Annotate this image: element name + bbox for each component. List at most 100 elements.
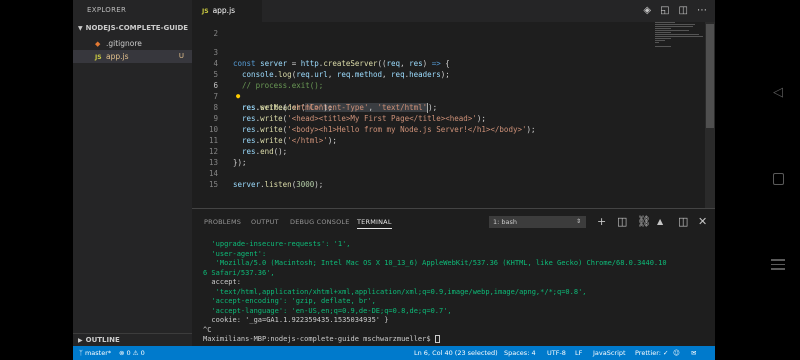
code-line: 14 server.listen(3000); [192, 157, 323, 189]
code-text: server.listen(3000); [233, 180, 324, 189]
terminal-line: 'user-agent': [203, 249, 267, 258]
trash-icon[interactable]: ⛓ [637, 215, 651, 228]
encoding[interactable]: UTF-8 [547, 346, 566, 360]
split-terminal-icon[interactable]: ◫ [617, 215, 627, 228]
tab-output[interactable]: OUTPUT [251, 218, 279, 226]
chevron-updown-icon: ⇕ [575, 218, 581, 225]
terminal-line: 'accept-encoding': 'gzip, deflate, br', [203, 297, 376, 305]
navigation-bar [715, 0, 800, 360]
code-line: 3 const server = http.createServer((req,… [192, 36, 449, 68]
git-compare-icon[interactable]: ◈ [643, 5, 651, 16]
code-text: res.write('<body><h1>Hello from my Node.… [242, 125, 536, 134]
error-icon: ⊗ [119, 349, 127, 357]
editor-tab-bar: JS app.js ◈ ◱ ◫ ⋯ [192, 0, 715, 22]
code-line: 9 res.write('<body><h1>Hello from my Nod… [192, 102, 535, 134]
code-text: console.log(req.url, req.method, req.hea… [242, 70, 450, 79]
file-item-app-js[interactable]: JS app.js U [73, 50, 192, 63]
code-text: res.write('<html>'); [242, 103, 333, 112]
file-item-gitignore[interactable]: ◆ .gitignore [73, 37, 192, 50]
code-line-current: 6 ● res.setHeader('Content-Type', 'text/… [192, 69, 437, 113]
tab-terminal[interactable]: TERMINAL [357, 218, 392, 229]
code-text: const server = http.createServer((req, r… [233, 59, 450, 68]
tab-debug-console[interactable]: DEBUG CONSOLE [290, 218, 350, 226]
more-actions-icon[interactable]: ⋯ [697, 5, 707, 16]
file-name: .gitignore [106, 39, 142, 48]
left-black-margin [0, 0, 73, 360]
code-line: 12 }); [192, 135, 247, 167]
close-panel-icon[interactable]: ✕ [698, 215, 707, 228]
feedback-icon[interactable]: ☺ [673, 346, 680, 360]
terminal-line: cookie: '_ga=GA1.1.922359435.1535034935'… [203, 316, 389, 324]
open-preview-icon[interactable]: ◱ [660, 5, 669, 16]
editor-scrollbar[interactable] [705, 22, 715, 208]
cursor-position[interactable]: Ln 6, Col 40 (23 selected) [414, 346, 498, 360]
line-ending[interactable]: LF [575, 346, 582, 360]
outline-section-header[interactable]: ▶ OUTLINE [73, 333, 192, 346]
warning-count: 0 [140, 349, 145, 357]
code-text: res.write('</html>'); [242, 136, 337, 145]
chevron-right-icon: ▶ [78, 337, 83, 344]
code-text: res.end(); [242, 147, 288, 156]
js-file-icon: JS [95, 54, 102, 61]
code-line: 13 [192, 146, 219, 167]
indentation[interactable]: Spaces: 4 [504, 346, 536, 360]
code-line: 4 console.log(req.url, req.method, req.h… [192, 47, 449, 79]
lightbulb-icon[interactable]: ● [236, 91, 240, 102]
terminal-select[interactable]: 1: bash ⇕ [489, 216, 586, 228]
panel-tab-bar: PROBLEMS OUTPUT DEBUG CONSOLE TERMINAL 1… [192, 209, 715, 236]
git-branch-item[interactable]: ᛉ master* [79, 346, 111, 360]
back-nav-icon[interactable]: ◁ [770, 86, 786, 100]
code-line: 2 [192, 22, 219, 38]
code-editor[interactable]: 2 3 const server = http.createServer((re… [192, 22, 715, 208]
status-bar: ᛉ master* ⊗ 0 ⚠ 0 Ln 6, Col 40 (23 selec… [73, 346, 715, 360]
menu-nav-icon[interactable] [770, 259, 786, 273]
terminal-output[interactable]: 'upgrade-insecure-requests': '1', 'user-… [203, 240, 708, 345]
terminal-select-value: 1: bash [493, 218, 518, 226]
text-cursor [427, 103, 429, 113]
terminal-prompt-line[interactable]: Maximilians-MBP:nodejs-complete-guide ms… [203, 335, 708, 345]
terminal-line: ^C [203, 325, 212, 334]
explorer-title: EXPLORER [87, 6, 127, 14]
code-text: }); [233, 158, 247, 167]
bell-icon[interactable]: ✉ [691, 346, 696, 360]
branch-name: master* [84, 349, 112, 357]
file-name: app.js [106, 52, 129, 61]
project-folder-header[interactable]: ▼ NODEJS-COMPLETE-GUIDE [73, 22, 192, 34]
problems-item[interactable]: ⊗ 0 ⚠ 0 [119, 346, 145, 360]
minimap[interactable] [655, 22, 705, 62]
terminal-line: 'Mozilla/5.0 (Macintosh; Intel Mac OS X … [203, 259, 667, 267]
explorer-sidebar: EXPLORER ▼ NODEJS-COMPLETE-GUIDE ◆ .gitign… [73, 0, 192, 346]
language-mode[interactable]: JavaScript [593, 346, 626, 360]
prettier-status[interactable]: Prettier: ✓ [635, 346, 669, 360]
warning-icon: ⚠ [130, 349, 141, 357]
terminal-prompt: Maximilians-MBP:nodejs-complete-guide ms… [203, 335, 435, 343]
code-text: res.write('<head><title>My First Page</t… [242, 114, 486, 123]
tab-problems[interactable]: PROBLEMS [204, 218, 241, 226]
editor-actions: ◈ ◱ ◫ ⋯ [634, 5, 707, 16]
scrollbar-thumb[interactable] [706, 24, 714, 128]
outline-label: OUTLINE [85, 336, 120, 344]
home-nav-icon[interactable] [770, 173, 786, 185]
tab-label: app.js [212, 6, 236, 15]
chevron-down-icon: ▼ [78, 25, 83, 32]
code-line: 15 [192, 168, 219, 189]
code-line: 7 res.write('<html>'); [192, 80, 332, 112]
chevron-up-icon[interactable]: ▲ [657, 217, 663, 226]
terminal-line: 'text/html,application/xhtml+xml,applica… [203, 287, 587, 296]
terminal-line: 6 Safari/537.36', [203, 268, 275, 277]
code-line: 10 res.write('</html>'); [192, 113, 337, 145]
untracked-badge: U [178, 52, 184, 60]
project-folder-name: NODEJS-COMPLETE-GUIDE [85, 24, 189, 32]
js-file-icon: JS [202, 8, 209, 15]
terminal-line: accept: [203, 278, 241, 286]
split-editor-icon[interactable]: ◫ [679, 5, 688, 16]
new-terminal-icon[interactable]: + [597, 215, 606, 228]
code-text: // process.exit(); [242, 81, 324, 90]
toggle-panel-icon[interactable]: ◫ [678, 215, 688, 228]
terminal-line: 'upgrade-insecure-requests': '1', [203, 240, 351, 248]
line-number: 15 [208, 180, 218, 189]
code-line: 11 res.end(); [192, 124, 287, 156]
terminal-line: 'accept-language': 'en-US,en;q=0.9,de-DE… [203, 306, 452, 315]
tab-app-js[interactable]: JS app.js [192, 0, 262, 22]
vscode-window: EXPLORER ▼ NODEJS-COMPLETE-GUIDE ◆ .gitign… [73, 0, 715, 360]
